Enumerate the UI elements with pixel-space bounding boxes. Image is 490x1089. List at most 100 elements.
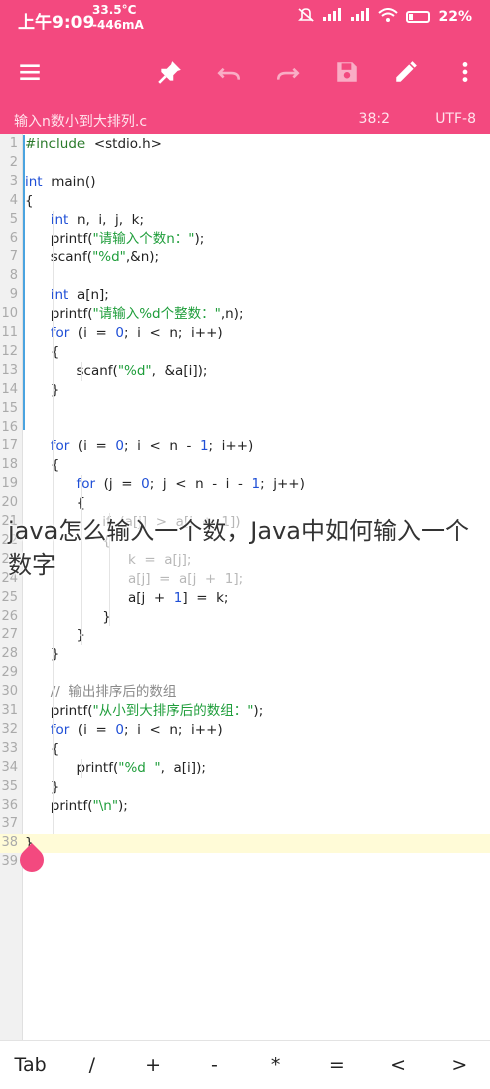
code-text: { <box>25 457 60 474</box>
symbol-key[interactable]: Tab <box>0 1054 61 1076</box>
line-number: 11 <box>1 325 18 340</box>
code-line[interactable]: 20 { <box>0 494 490 513</box>
code-line[interactable]: 5 int n, i, j, k; <box>0 211 490 230</box>
line-number: 34 <box>1 759 18 775</box>
code-text: for (i = 0; i < n; i++) <box>50 325 223 341</box>
code-line[interactable]: 8 <box>0 267 490 286</box>
code-line[interactable]: 33 { <box>0 740 490 759</box>
line-number: 39 <box>1 854 18 870</box>
save-icon[interactable] <box>329 54 365 90</box>
code-line[interactable]: 36 printf("\n"); <box>0 797 490 816</box>
code-text: } <box>25 608 111 625</box>
cursor-position: 38:2 <box>358 111 390 127</box>
code-line[interactable]: 37 <box>0 815 490 834</box>
mute-icon <box>298 8 315 26</box>
code-text: } <box>25 646 60 663</box>
code-line[interactable]: 12 { <box>0 343 490 362</box>
code-line[interactable]: 11 for (i = 0; i < n; i++) <box>0 324 490 343</box>
line-number: 38 <box>1 835 18 851</box>
code-line[interactable]: 9 int a[n]; <box>0 286 490 305</box>
line-number: 13 <box>1 362 18 378</box>
line-number: 10 <box>1 306 18 322</box>
code-text: a[j + 1] = k; <box>25 589 229 606</box>
line-number: 15 <box>1 400 18 416</box>
undo-icon[interactable] <box>211 54 247 90</box>
symbol-key[interactable]: - <box>184 1054 245 1076</box>
symbol-key[interactable]: < <box>368 1054 429 1076</box>
line-number: 2 <box>9 154 18 170</box>
code-line[interactable]: 34 printf("%d ", a[i]); <box>0 759 490 778</box>
code-editor[interactable]: 1 #include <stdio.h> 2 3 int main() 4{5 int n… <box>0 134 490 1040</box>
code-line[interactable]: 15 <box>0 400 490 419</box>
code-line[interactable]: 1 #include <stdio.h> <box>0 135 490 154</box>
file-encoding[interactable]: UTF-8 <box>435 111 476 127</box>
line-number: 18 <box>1 457 18 473</box>
code-line[interactable]: 13 scanf("%d", &a[i]); <box>0 362 490 381</box>
battery-icon <box>406 11 431 23</box>
code-text: { <box>25 495 86 512</box>
symbol-key[interactable]: + <box>123 1054 184 1076</box>
code-line[interactable]: 4{ <box>0 192 490 211</box>
code-line[interactable]: 30 // 输出排序后的数组 <box>0 683 490 702</box>
line-number: 30 <box>1 684 18 700</box>
code-text: { <box>25 740 60 757</box>
code-text: printf("请输入%d个整数：",n); <box>25 306 244 323</box>
indent-guide <box>81 361 82 381</box>
indent-guide <box>81 758 82 778</box>
status-network-speed: -446mA <box>92 18 144 32</box>
line-number: 27 <box>1 627 18 643</box>
code-line[interactable]: 26 } <box>0 608 490 627</box>
code-line[interactable]: 35 } <box>0 778 490 797</box>
code-line[interactable]: 18 { <box>0 456 490 475</box>
line-number: 4 <box>9 192 18 208</box>
symbol-key[interactable]: * <box>245 1054 306 1076</box>
line-number: 31 <box>1 703 18 718</box>
symbol-key-bar: Tab / + - * = < > <box>0 1040 490 1089</box>
code-text: printf("从小到大排序后的数组："); <box>25 703 264 719</box>
symbol-key[interactable]: > <box>429 1054 490 1076</box>
redo-icon[interactable] <box>270 54 306 90</box>
edit-icon[interactable] <box>388 54 424 90</box>
menu-icon[interactable] <box>12 54 48 90</box>
code-text: } <box>25 627 86 644</box>
code-line[interactable]: 31 printf("从小到大排序后的数组："); <box>0 702 490 721</box>
code-line[interactable]: 25 a[j + 1] = k; <box>0 589 490 608</box>
code-line[interactable]: 29 <box>0 664 490 683</box>
symbol-key[interactable]: = <box>306 1054 367 1076</box>
code-line[interactable]: 16 <box>0 419 490 438</box>
code-line[interactable]: 7 scanf("%d",&n); <box>0 248 490 267</box>
code-line[interactable]: 3 int main() <box>0 173 490 192</box>
code-line[interactable]: 32 for (i = 0; i < n; i++) <box>0 721 490 740</box>
symbol-key[interactable]: / <box>61 1054 122 1076</box>
code-line[interactable]: 28 } <box>0 645 490 664</box>
line-number: 20 <box>1 495 18 511</box>
code-text: int main() <box>25 173 96 190</box>
code-line[interactable]: 10 printf("请输入%d个整数：",n); <box>0 305 490 324</box>
line-number: 36 <box>1 797 18 813</box>
code-text: printf("请输入个数n："); <box>25 230 205 247</box>
line-number: 9 <box>9 287 18 303</box>
signal-icon <box>322 8 342 26</box>
code-line[interactable]: 2 <box>0 154 490 173</box>
file-name[interactable]: 输入n数小到大排列.c <box>14 111 147 131</box>
code-line[interactable]: 19 for (j = 0; j < n - i - 1; j++) <box>0 475 490 494</box>
line-number: 17 <box>1 438 18 454</box>
code-text: } <box>25 778 60 795</box>
code-line[interactable]: 14 } <box>0 381 490 400</box>
code-line[interactable]: 27 } <box>0 626 490 645</box>
line-number: 1 <box>9 136 18 151</box>
code-line[interactable]: 6 printf("请输入个数n："); <box>0 230 490 249</box>
line-number: 7 <box>9 249 18 265</box>
status-sensor-readout: 33.5°C -446mA <box>92 3 144 33</box>
code-text: #include <stdio.h> <box>25 136 162 152</box>
line-number: 5 <box>9 211 18 227</box>
status-bar: 上午9:09 33.5°C -446mA 22% <box>0 0 490 40</box>
code-line[interactable]: 38} <box>0 834 490 854</box>
line-number: 6 <box>9 230 18 246</box>
line-number: 29 <box>1 665 18 681</box>
more-icon[interactable] <box>447 54 483 90</box>
code-line[interactable]: 39 <box>0 853 490 872</box>
pin-icon[interactable] <box>152 54 188 90</box>
code-line[interactable]: 17 for (i = 0; i < n - 1; i++) <box>0 437 490 456</box>
overlay-caption: java怎么输入一个数，Java中如何输入一个数字 <box>8 517 469 579</box>
